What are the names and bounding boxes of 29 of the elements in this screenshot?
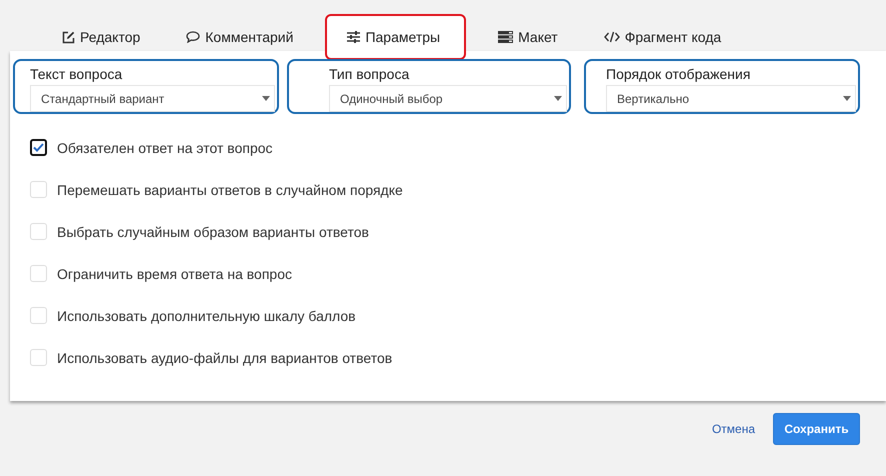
speech-bubble-icon (186, 31, 200, 43)
tab[interactable]: Параметры (325, 14, 466, 60)
tab[interactable]: Комментарий (172, 14, 308, 60)
dropdown[interactable]: Вертикально (606, 85, 856, 112)
checkbox-label: Использовать дополнительную шкалу баллов (57, 308, 356, 324)
field-label: Тип вопроса (329, 66, 410, 82)
server-icon (498, 31, 514, 43)
sliders-icon (347, 31, 360, 43)
checkbox-label: Выбрать случайным образом варианты ответов (57, 224, 369, 240)
tab[interactable]: Редактор (48, 14, 154, 60)
checkbox-label: Перемешать варианты ответов в случайном порядке (57, 182, 403, 198)
cancel-link[interactable]: Отмена (712, 422, 755, 436)
tab[interactable]: Фрагмент кода (590, 14, 736, 60)
caret-icon (262, 96, 270, 101)
checkbox[interactable] (30, 139, 47, 156)
checkbox-label: Использовать аудио-файлы для вариантов ответов (57, 350, 392, 366)
checkbox-label: Ограничить время ответа на вопрос (57, 266, 292, 282)
caret-icon (554, 96, 562, 101)
dropdown[interactable]: Одиночный выбор (329, 85, 567, 112)
caret-icon (843, 96, 851, 101)
code-icon (604, 31, 620, 43)
checkmark-icon (33, 143, 44, 152)
checkbox-label: Обязателен ответ на этот вопрос (57, 140, 273, 156)
dropdown[interactable]: Стандартный вариант (30, 85, 275, 112)
pencil-icon (62, 30, 75, 44)
tab[interactable]: Макет (484, 14, 572, 60)
save-button[interactable]: Сохранить (773, 413, 860, 445)
field-label: Текст вопроса (30, 66, 124, 82)
field-label: Порядок отображения (606, 66, 752, 82)
